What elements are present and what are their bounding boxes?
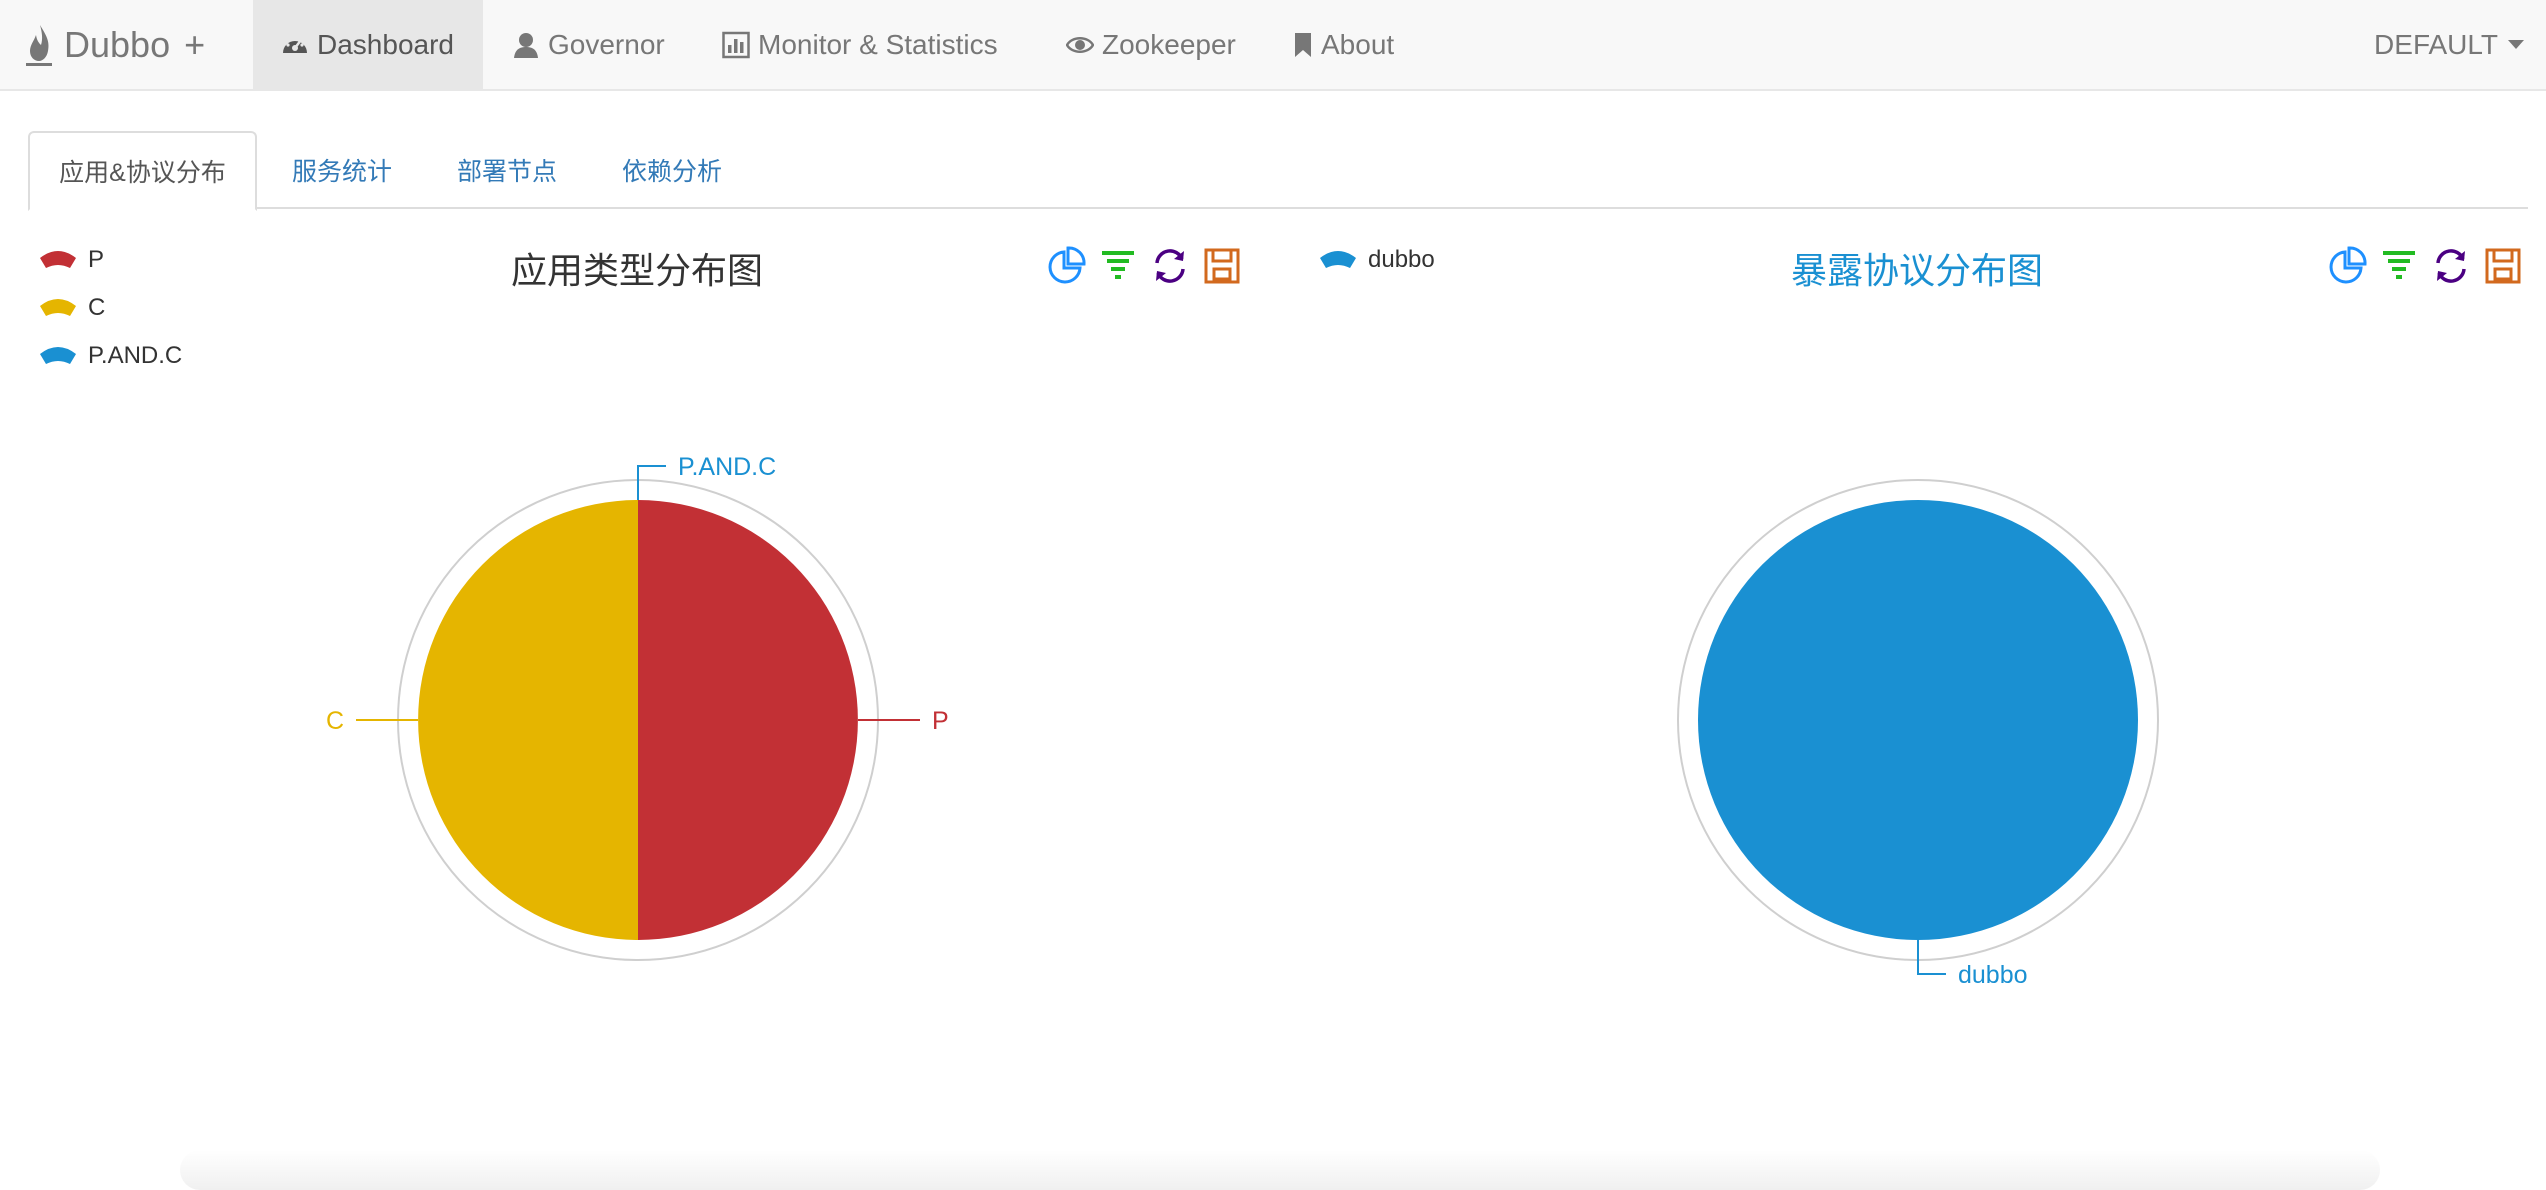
pie-slice[interactable] [418, 500, 638, 940]
pie-label: P [932, 707, 949, 735]
app-type-pie: P C P.AND.C [326, 453, 949, 961]
protocol-pie: dubbo [1677, 479, 2159, 989]
pie-leader-line [637, 465, 666, 500]
pie-slice[interactable] [638, 500, 858, 940]
pie-label: P.AND.C [678, 453, 776, 481]
bottom-shadow [180, 1150, 2380, 1190]
pie-label: C [326, 707, 344, 735]
pie-leader-line [1917, 940, 1946, 975]
pie-label: dubbo [1958, 961, 2028, 989]
pie-slice[interactable] [1698, 500, 2138, 940]
